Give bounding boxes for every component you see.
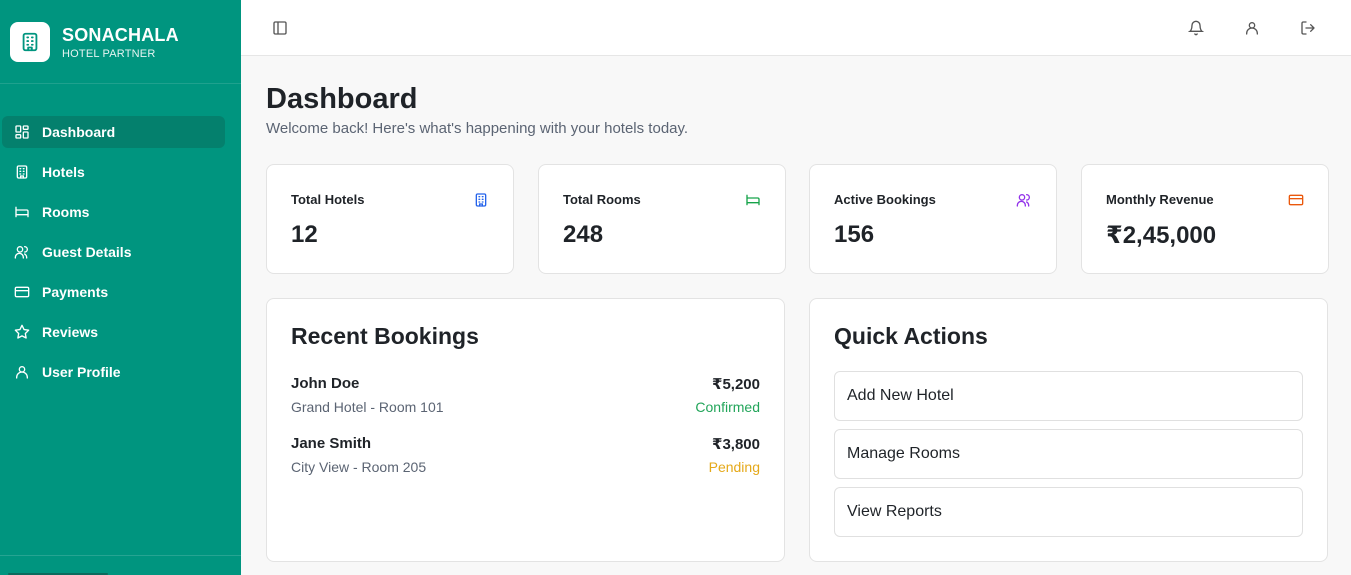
stat-card-total-hotels: Total Hotels 12 xyxy=(266,164,514,274)
hotel-building-icon xyxy=(22,32,38,51)
stat-label: Total Rooms xyxy=(563,192,641,207)
booking-status: Confirmed xyxy=(695,399,760,415)
profile-button[interactable] xyxy=(1236,12,1268,44)
bed-icon xyxy=(746,194,760,206)
star-icon xyxy=(14,324,30,340)
quick-actions-card: Quick Actions Add New Hotel Manage Rooms… xyxy=(809,298,1328,562)
user-icon xyxy=(1246,22,1258,35)
booking-amount: ₹5,200 xyxy=(712,376,760,393)
users-icon xyxy=(1016,194,1030,207)
booking-room-detail: Grand Hotel - Room 101 xyxy=(291,399,444,415)
brand-subtitle: HOTEL PARTNER xyxy=(62,47,156,60)
user-icon xyxy=(14,364,30,380)
dashboard-grid-icon xyxy=(14,124,30,140)
page-subtitle: Welcome back! Here's what's happening wi… xyxy=(266,120,689,137)
bed-icon xyxy=(14,204,30,220)
users-icon xyxy=(14,244,30,260)
sidebar-footer xyxy=(0,555,241,575)
quick-actions-title: Quick Actions xyxy=(834,323,988,349)
hotel-building-icon xyxy=(14,164,30,180)
hotel-building-icon xyxy=(475,193,487,207)
credit-card-icon xyxy=(1288,194,1304,206)
topbar xyxy=(241,0,1351,56)
sidebar-item-label: Hotels xyxy=(42,164,85,180)
booking-guest-name: John Doe xyxy=(291,375,360,392)
brand-name: SONACHALA xyxy=(62,24,179,45)
stat-label: Total Hotels xyxy=(291,192,365,207)
notifications-button[interactable] xyxy=(1180,12,1212,44)
page-title: Dashboard xyxy=(266,83,418,115)
brand[interactable]: SONACHALA HOTEL PARTNER xyxy=(0,0,241,84)
add-new-hotel-button[interactable]: Add New Hotel xyxy=(834,371,1303,421)
logout-button[interactable] xyxy=(1292,12,1324,44)
sidebar-item-label: User Profile xyxy=(42,364,121,380)
sidebar-item-label: Rooms xyxy=(42,204,90,220)
sidebar-item-payments[interactable]: Payments xyxy=(2,276,225,308)
sidebar-item-user-profile[interactable]: User Profile xyxy=(2,356,225,388)
stat-value: 12 xyxy=(291,221,318,248)
booking-guest-name: Jane Smith xyxy=(291,435,372,452)
stat-card-total-rooms: Total Rooms 248 xyxy=(538,164,786,274)
logout-icon xyxy=(1301,21,1315,35)
sidebar-item-rooms[interactable]: Rooms xyxy=(2,196,225,228)
sidebar-item-guest-details[interactable]: Guest Details xyxy=(2,236,225,268)
stat-card-monthly-revenue: Monthly Revenue ₹2,45,000 xyxy=(1081,164,1329,274)
credit-card-icon xyxy=(14,284,30,300)
stat-label: Active Bookings xyxy=(834,192,936,207)
sidebar-item-reviews[interactable]: Reviews xyxy=(2,316,225,348)
sidebar-item-dashboard[interactable]: Dashboard xyxy=(2,116,225,148)
sidebar-item-label: Guest Details xyxy=(42,244,132,260)
stat-value: ₹2,45,000 xyxy=(1106,222,1217,249)
sidebar-item-label: Reviews xyxy=(42,324,99,340)
sidebar-item-label: Payments xyxy=(42,284,109,300)
recent-bookings-title: Recent Bookings xyxy=(291,323,479,349)
brand-logo xyxy=(10,21,50,62)
stat-value: 156 xyxy=(834,221,875,248)
bell-icon xyxy=(1188,20,1204,36)
booking-room-detail: City View - Room 205 xyxy=(291,459,427,475)
sidebar-nav: Dashboard Hotels Rooms Guest Details Pay… xyxy=(0,116,241,388)
stat-value: 248 xyxy=(563,221,604,248)
recent-bookings-card: Recent Bookings John Doe Grand Hotel - R… xyxy=(266,298,785,562)
sidebar-toggle-button[interactable] xyxy=(264,12,296,44)
stat-card-active-bookings: Active Bookings 156 xyxy=(809,164,1057,274)
sidebar: SONACHALA HOTEL PARTNER Dashboard Hotels… xyxy=(0,0,241,575)
sidebar-item-label: Dashboard xyxy=(42,124,116,140)
stat-label: Monthly Revenue xyxy=(1106,192,1214,207)
booking-status: Pending xyxy=(708,459,760,475)
view-reports-button[interactable]: View Reports xyxy=(834,487,1303,537)
booking-row[interactable]: Jane Smith City View - Room 205 ₹3,800 P… xyxy=(291,435,760,479)
sidebar-item-hotels[interactable]: Hotels xyxy=(2,156,225,188)
manage-rooms-button[interactable]: Manage Rooms xyxy=(834,429,1303,479)
booking-row[interactable]: John Doe Grand Hotel - Room 101 ₹5,200 C… xyxy=(291,375,760,419)
sidebar-toggle-icon xyxy=(273,21,287,35)
booking-amount: ₹3,800 xyxy=(712,436,760,453)
